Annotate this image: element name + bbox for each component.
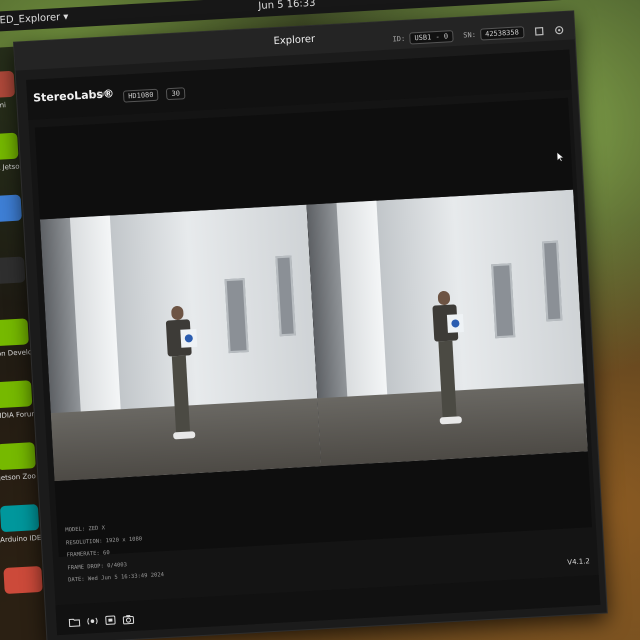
folder-icon[interactable] [68, 613, 81, 627]
dock-app-icon[interactable] [0, 504, 40, 533]
version-label: V4.1.2 [567, 557, 591, 567]
camera-info-panel: MODEL: ZED X RESOLUTION: 1920 x 1080 FRA… [65, 519, 164, 587]
dock-app-icon[interactable] [0, 132, 19, 161]
right-camera-image [306, 189, 588, 467]
dock-app-icon[interactable] [0, 442, 36, 471]
mouse-cursor-icon [557, 152, 564, 162]
explorer-window: Explorer ID: USB1 - 0 SN: 42538358 Stere… [14, 11, 607, 640]
video-viewer[interactable] [34, 97, 592, 557]
dock-app-icon[interactable] [0, 318, 29, 347]
dock-app-icon[interactable] [0, 70, 16, 99]
live-mode-label: LIVE [92, 90, 110, 99]
dock-app-icon[interactable] [0, 380, 33, 409]
dock-app-icon[interactable] [0, 256, 26, 285]
explorer-footer [55, 574, 601, 636]
dock-app-icon[interactable] [0, 194, 22, 223]
stream-settings: HD1080 30 [122, 82, 186, 104]
app-menu[interactable]: ZED_Explorer ▾ [0, 12, 69, 27]
desktop-screen: ZED_Explorer ▾ Jun 5 16:33 TermiNVIDIA J… [0, 0, 640, 640]
explorer-content: StereoLabs® LIVE HD1080 30 MODEL: ZED X … [26, 49, 601, 636]
fps-select[interactable]: 30 [166, 86, 186, 100]
refresh-icon[interactable] [534, 26, 545, 37]
system-clock[interactable]: Jun 5 16:33 [258, 0, 316, 12]
sn-label: SN: [463, 30, 477, 40]
id-label: ID: [392, 34, 406, 44]
resolution-select[interactable]: HD1080 [122, 88, 159, 103]
stereo-side-by-side-view [39, 189, 588, 482]
left-camera-image [39, 204, 322, 482]
settings-icon[interactable] [104, 611, 117, 625]
camera-id-select[interactable]: USB1 - 0 [409, 30, 454, 45]
settings-gear-icon[interactable] [554, 25, 565, 36]
dock-app-icon[interactable] [3, 565, 43, 595]
camera-icon[interactable] [122, 610, 135, 625]
rotated-desktop: ZED_Explorer ▾ Jun 5 16:33 TermiNVIDIA J… [0, 0, 640, 640]
record-icon[interactable] [86, 612, 99, 625]
serial-number-field[interactable]: 42538358 [479, 26, 525, 41]
